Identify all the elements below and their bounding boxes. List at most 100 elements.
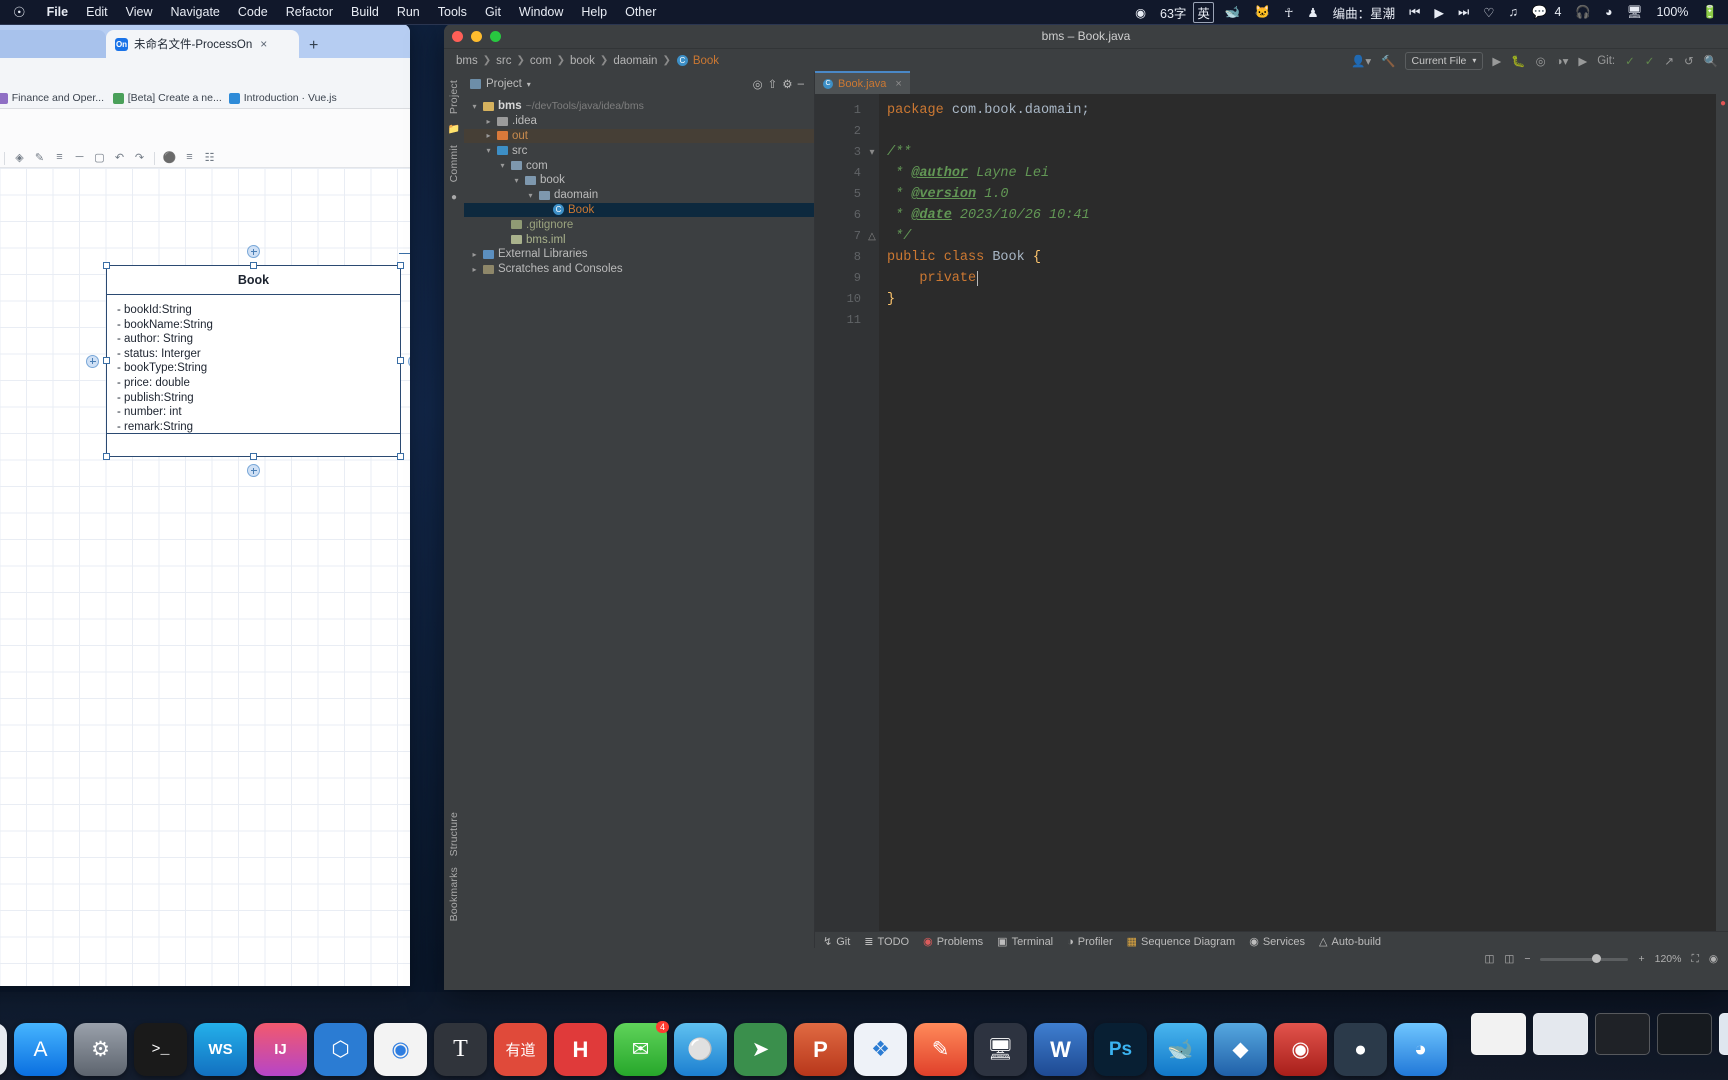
- editor-tab-close-icon[interactable]: ×: [895, 78, 901, 90]
- now-playing-label[interactable]: 编曲：星潮: [1326, 3, 1403, 22]
- tree-row-book-class[interactable]: C Book: [464, 202, 814, 218]
- breadcrumb-1[interactable]: src: [494, 55, 513, 67]
- wechat-icon[interactable]: ✉ 4: [614, 1021, 669, 1076]
- menu-item-11[interactable]: Help: [572, 5, 616, 19]
- code-editor[interactable]: 1 2 3 4 5 6 7 8 9 10 11 ▾ △ package com.…: [815, 94, 1728, 931]
- resize-handle-s[interactable]: [249, 453, 257, 460]
- play-icon[interactable]: ▶: [1427, 5, 1451, 20]
- uml-class-box[interactable]: Book - bookId:String - bookName:String -…: [86, 245, 410, 477]
- uml-attribute[interactable]: - status: Interger: [117, 347, 400, 362]
- chevron-down-icon[interactable]: ▾: [470, 102, 479, 111]
- shadow-icon[interactable]: ▢: [90, 149, 109, 165]
- connect-anchor-left[interactable]: [86, 354, 99, 368]
- line-spacing-icon[interactable]: ≡: [50, 149, 69, 165]
- menu-item-7[interactable]: Run: [388, 5, 429, 19]
- postman-icon[interactable]: ●: [1334, 1023, 1387, 1076]
- tool-window-tab-bookmarks[interactable]: Bookmarks: [448, 867, 460, 921]
- record-icon[interactable]: ◉: [1709, 953, 1718, 965]
- crosshair-icon[interactable]: ◎: [753, 77, 763, 91]
- fold-end-icon[interactable]: △: [865, 226, 879, 247]
- uml-attribute[interactable]: - bookType:String: [117, 361, 400, 376]
- layout-icon[interactable]: ◫: [1484, 953, 1494, 965]
- uml-attribute[interactable]: - number: int: [117, 405, 400, 420]
- run-configuration-selector[interactable]: Current File ▾: [1404, 51, 1484, 70]
- tree-row-gitignore[interactable]: .gitignore: [464, 217, 814, 232]
- bookmark-1[interactable]: Finance and Oper...: [0, 92, 105, 104]
- input-source-label[interactable]: 63字: [1153, 3, 1193, 22]
- chrome-tab-0[interactable]: 约文件 ×: [0, 30, 106, 58]
- connect-anchor-bottom[interactable]: [247, 464, 260, 477]
- processon-canvas[interactable]: Book - bookId:String - bookName:String -…: [0, 168, 410, 986]
- text-color-icon[interactable]: ✎: [30, 149, 49, 165]
- menu-item-12[interactable]: Other: [616, 5, 665, 19]
- wechat-icon[interactable]: 💬: [1525, 5, 1555, 20]
- tree-row-out[interactable]: ▸ out: [464, 128, 814, 144]
- tree-row-src[interactable]: ▾ src: [464, 143, 814, 158]
- uml-attribute[interactable]: - bookName:String: [117, 318, 400, 333]
- tool-window-auto-build[interactable]: △ Auto-build: [1319, 935, 1381, 949]
- breadcrumb-0[interactable]: bms: [454, 55, 480, 67]
- project-file-tree[interactable]: ▾ bms ~/devTools/java/idea/bms ▸ .idea ▸…: [464, 96, 814, 277]
- group-icon[interactable]: ☷: [200, 149, 219, 165]
- resize-handle-se[interactable]: [397, 453, 404, 460]
- docker-icon[interactable]: 🐋: [1154, 1023, 1207, 1076]
- menu-item-9[interactable]: Git: [476, 5, 510, 19]
- editor-area[interactable]: C Book.java × 1 2 3 4 5 6 7 8 9 10 11 ▾ …: [815, 71, 1728, 951]
- huawei-icon[interactable]: H: [554, 1023, 607, 1076]
- git-update-icon[interactable]: ✓: [1620, 54, 1640, 68]
- tool-window-sequence-diagram[interactable]: ▦ Sequence Diagram: [1127, 935, 1236, 949]
- uml-attribute[interactable]: - author: String: [117, 332, 400, 347]
- chevron-down-icon[interactable]: ▾: [526, 191, 535, 200]
- breadcrumb-2[interactable]: com: [528, 55, 554, 67]
- photoshop-icon[interactable]: Ps: [1094, 1023, 1147, 1076]
- zoom-out-button[interactable]: −: [1524, 953, 1530, 965]
- thumb-photo[interactable]: [1719, 1013, 1728, 1055]
- chevron-down-icon[interactable]: ▾: [512, 176, 521, 185]
- zoom-slider[interactable]: [1540, 954, 1629, 963]
- tool-window-tab-structure[interactable]: Structure: [448, 812, 460, 856]
- connect-anchor-right[interactable]: [408, 354, 410, 368]
- apple-menu-icon[interactable]: ☉: [0, 5, 38, 19]
- code-text-content[interactable]: package com.book.daomain; /** * @author …: [879, 94, 1728, 931]
- ime-badge[interactable]: 英: [1193, 1, 1214, 23]
- thumb-document[interactable]: [1471, 1013, 1526, 1055]
- connect-anchor-top[interactable]: [247, 245, 260, 258]
- fit-screen-icon[interactable]: ⛶: [1691, 953, 1698, 966]
- redis-icon[interactable]: ◉: [1274, 1023, 1327, 1076]
- chevron-down-icon[interactable]: ▾: [498, 161, 507, 170]
- vscode-icon[interactable]: ⬡: [314, 1023, 367, 1076]
- tree-row-book[interactable]: ▾ book: [464, 173, 814, 188]
- next-track-icon[interactable]: ⏭: [1451, 5, 1476, 20]
- qq-icon[interactable]: ⚪: [674, 1023, 727, 1076]
- new-tab-button[interactable]: +: [299, 37, 328, 58]
- resize-handle-n[interactable]: [249, 262, 257, 269]
- zoom-in-button[interactable]: +: [1638, 953, 1644, 965]
- typora-icon[interactable]: T: [434, 1023, 487, 1076]
- chevron-right-icon[interactable]: ▸: [484, 131, 493, 140]
- tool-window-terminal[interactable]: ▣ Terminal: [997, 935, 1053, 949]
- menu-item-6[interactable]: Build: [342, 5, 388, 19]
- system-settings-icon[interactable]: ⚙: [74, 1023, 127, 1076]
- breadcrumb-4[interactable]: daomain: [611, 55, 659, 67]
- tree-row-com[interactable]: ▾ com: [464, 158, 814, 173]
- menu-item-1[interactable]: Edit: [77, 5, 117, 19]
- menu-item-10[interactable]: Window: [510, 5, 572, 19]
- menu-item-4[interactable]: Code: [229, 5, 277, 19]
- redo-icon[interactable]: ↷: [130, 149, 149, 165]
- menu-item-3[interactable]: Navigate: [162, 5, 229, 19]
- run-icon[interactable]: ▶: [1487, 54, 1506, 68]
- thumb-browser[interactable]: [1533, 1013, 1588, 1055]
- tool-window-todo[interactable]: ≣ TODO: [864, 935, 909, 949]
- git-history-icon[interactable]: ↺: [1679, 54, 1699, 68]
- launchpad-icon[interactable]: ▦: [0, 1023, 7, 1076]
- headphones-icon[interactable]: 🎧: [1568, 5, 1598, 20]
- wechat-dev-icon[interactable]: ➤: [734, 1023, 787, 1076]
- tool-window-git[interactable]: ↯ Git: [823, 935, 850, 949]
- idea-title-bar[interactable]: bms – Book.java: [444, 24, 1728, 49]
- intellij-idea-icon[interactable]: IJ: [254, 1023, 307, 1076]
- menu-item-8[interactable]: Tools: [429, 5, 476, 19]
- project-tool-window[interactable]: Project ▾ ◎ ⇧ ⚙ – ▾ bms ~/devTools/java/…: [464, 72, 815, 951]
- folder-icon[interactable]: 📁: [448, 124, 460, 135]
- menu-item-0[interactable]: File: [38, 5, 78, 19]
- theme-icon[interactable]: ⚫: [160, 149, 179, 165]
